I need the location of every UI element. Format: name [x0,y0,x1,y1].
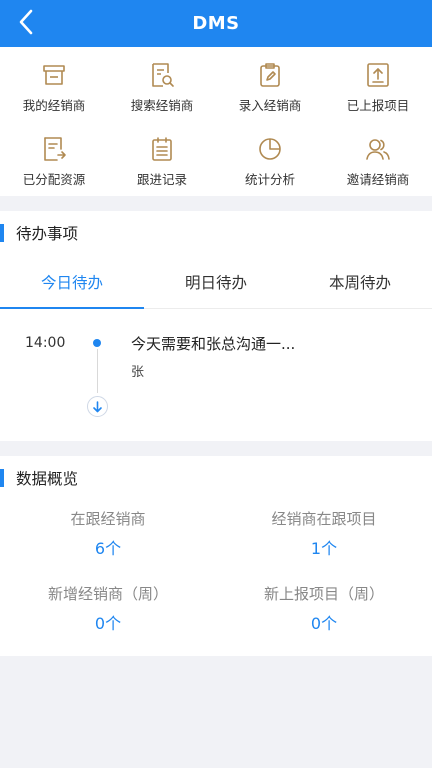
stat-value: 6个 [94,539,122,558]
menu-label: 已上报项目 [346,98,410,113]
pie-chart-icon [259,138,281,160]
timeline-line [96,349,98,393]
people-icon [366,139,390,160]
stat-label: 新增经销商（周） [47,585,168,603]
todo-tabs: 今日待办 明日待办 本周待办 [0,255,432,309]
menu-label: 统计分析 [244,172,295,187]
page-title: DMS [192,13,240,34]
stat-new-projects-week[interactable]: 新上报项目（周） 0个 [216,583,432,634]
tab-this-week[interactable]: 本周待办 [288,255,432,308]
todo-item-contact: 张 [131,365,145,380]
menu-follow-up-records[interactable]: 跟进记录 [108,125,216,197]
menu-reported-projects[interactable]: 已上报项目 [324,51,432,123]
menu-label: 我的经销商 [22,98,86,113]
stat-value: 0个 [94,614,122,633]
menu-label: 邀请经销商 [346,172,410,187]
menu-invite-dealers[interactable]: 邀请经销商 [324,125,432,197]
stat-value: 0个 [310,614,338,633]
menu-my-dealers[interactable]: 我的经销商 [0,51,108,123]
search-document-icon [152,63,174,87]
menu-label: 已分配资源 [22,172,86,187]
timeline-dot [93,339,101,347]
todo-section-header: 待办事项 [0,211,432,255]
notes-icon [152,137,172,161]
todo-item-title: 今天需要和张总沟通一... [131,335,296,353]
overview-title: 数据概览 [16,470,79,488]
todo-panel: 待办事项 今日待办 明日待办 本周待办 14:00 今天需要和张总沟通一... … [0,211,432,441]
stat-new-dealers-week[interactable]: 新增经销商（周） 0个 [0,583,216,634]
store-icon [43,65,65,85]
menu-add-dealer[interactable]: 录入经销商 [216,51,324,123]
menu-label: 录入经销商 [238,98,302,113]
menu-label: 跟进记录 [136,172,187,187]
back-button[interactable] [12,6,40,38]
menu-statistics[interactable]: 统计分析 [216,125,324,197]
stats-grid: 在跟经销商 6个 经销商在跟项目 1个 新增经销商（周） 0个 新上报项目（周）… [0,500,432,656]
tab-today[interactable]: 今日待办 [0,255,144,309]
chevron-left-icon [19,9,33,35]
section-accent-bar [0,224,4,242]
expand-more-button[interactable] [87,396,108,417]
stat-label: 新上报项目（周） [263,585,384,603]
stat-dealer-projects[interactable]: 经销商在跟项目 1个 [216,508,432,559]
stat-following-dealers[interactable]: 在跟经销商 6个 [0,508,216,559]
menu-label: 搜索经销商 [130,98,194,113]
overview-section-header: 数据概览 [0,456,432,500]
todo-item[interactable]: 14:00 今天需要和张总沟通一... 张 [0,309,432,440]
app-header: DMS [0,0,432,47]
stat-label: 在跟经销商 [70,510,146,528]
stat-label: 经销商在跟项目 [271,510,377,528]
section-accent-bar [0,469,4,487]
menu-search-dealers[interactable]: 搜索经销商 [108,51,216,123]
menu-assigned-resources[interactable]: 已分配资源 [0,125,108,197]
tab-tomorrow[interactable]: 明日待办 [144,255,288,308]
todo-title: 待办事项 [16,225,79,243]
assigned-resource-icon [44,137,66,161]
overview-panel: 数据概览 在跟经销商 6个 经销商在跟项目 1个 新增经销商（周） 0个 新上报… [0,456,432,656]
todo-time: 14:00 [25,335,66,351]
upload-icon [367,63,389,87]
clipboard-edit-icon [260,63,280,87]
function-grid: 我的经销商 搜索经销商 录入经销商 已上报项目 已分配资源 跟进记录 统计分析 … [0,47,432,196]
arrow-down-icon [93,400,102,412]
stat-value: 1个 [310,539,338,558]
